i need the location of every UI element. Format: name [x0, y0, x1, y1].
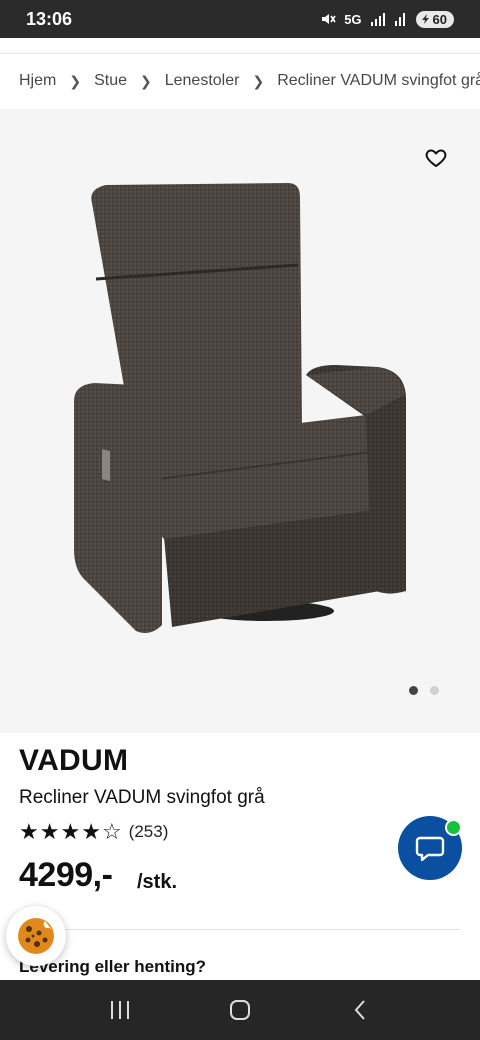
home-icon: [230, 1000, 250, 1020]
battery-indicator: 60: [415, 10, 454, 28]
product-image: [74, 183, 406, 633]
gallery-dot[interactable]: [430, 686, 439, 695]
chat-button[interactable]: [398, 816, 462, 880]
breadcrumb-link-stue[interactable]: Stue: [94, 72, 127, 90]
recent-apps-icon: [111, 1001, 129, 1019]
star-filled-icon: ★: [39, 819, 60, 844]
chevron-right-icon: ❯: [69, 72, 82, 89]
mute-icon: [322, 14, 336, 24]
status-time: 13:06: [26, 8, 73, 29]
rating-count: (253): [128, 822, 169, 841]
star-filled-icon: ★: [81, 819, 101, 844]
back-icon: [354, 1000, 365, 1020]
star-empty-icon: ☆: [101, 819, 122, 844]
cookie-settings-button[interactable]: [6, 906, 66, 966]
status-icons: 5G 60: [320, 10, 454, 28]
heart-icon[interactable]: [424, 146, 448, 170]
battery-level: 60: [432, 11, 447, 27]
chat-bubble-icon: [415, 836, 445, 862]
product-name: Recliner VADUM svingfot grå: [19, 787, 265, 808]
product-price: 4299,-: [19, 856, 113, 894]
breadcrumb-current: Recliner VADUM svingfot grå: [277, 72, 480, 89]
price-unit: /stk.: [137, 871, 178, 893]
signal-icon: [394, 13, 405, 26]
battery-icon: [421, 14, 429, 24]
product-rating[interactable]: ★ ★ ★ ★ ☆ (253): [19, 821, 168, 843]
header-edge: [0, 38, 480, 54]
breadcrumb-link-lenestoler[interactable]: Lenestoler: [165, 72, 240, 90]
back-button[interactable]: [340, 990, 380, 1030]
status-bar: 13:06 5G 60: [0, 0, 480, 38]
gallery-pagination: [409, 686, 439, 695]
star-filled-icon: ★: [19, 819, 39, 844]
breadcrumb: Hjem ❯ Stue ❯ Lenestoler ❯ Recliner VADU…: [19, 58, 480, 104]
system-navigation-bar: [0, 980, 480, 1040]
star-filled-icon: ★: [60, 819, 81, 844]
recent-apps-button[interactable]: [100, 990, 140, 1030]
home-button[interactable]: [220, 990, 260, 1030]
signal-icon: [370, 13, 385, 26]
online-status-dot: [445, 819, 462, 836]
divider: [19, 929, 461, 930]
product-image-gallery[interactable]: [0, 109, 480, 733]
breadcrumb-link-home[interactable]: Hjem: [19, 72, 56, 90]
gallery-dot-active[interactable]: [409, 686, 418, 695]
cookie-icon: [18, 918, 54, 954]
network-label: 5G: [344, 11, 362, 27]
chevron-right-icon: ❯: [140, 72, 152, 89]
chevron-right-icon: ❯: [252, 72, 265, 89]
product-brand: VADUM: [19, 744, 129, 777]
